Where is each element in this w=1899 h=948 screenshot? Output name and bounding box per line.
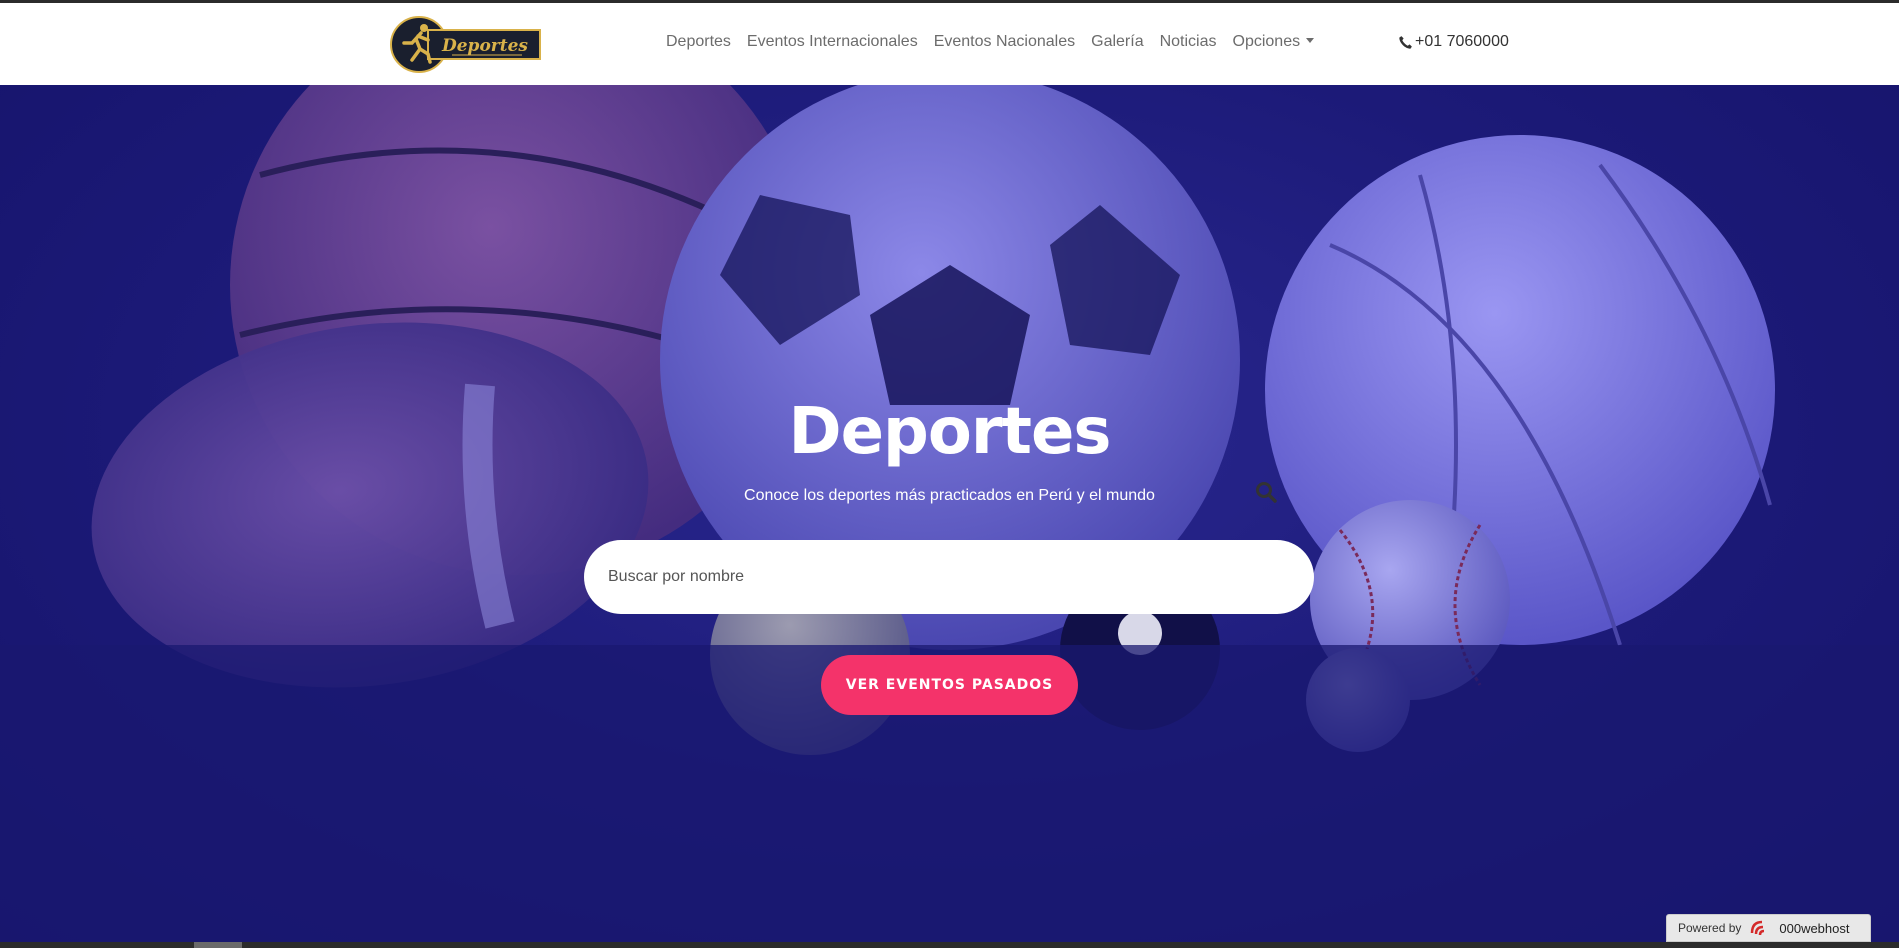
- horizontal-scrollbar[interactable]: [0, 942, 1899, 948]
- search-button[interactable]: [1250, 476, 1282, 508]
- navbar: Deportes Deportes Eventos Internacionale…: [0, 3, 1899, 85]
- search-box: [584, 540, 1314, 614]
- hero-title: Deportes: [788, 395, 1112, 469]
- nav-link-galeria[interactable]: Galería: [1091, 33, 1143, 51]
- hero-subtitle: Conoce los deportes más practicados en P…: [744, 487, 1155, 504]
- logo-text: Deportes: [441, 36, 528, 56]
- caret-down-icon: [1306, 38, 1315, 43]
- hero-section: Deportes Conoce los deportes más practic…: [0, 85, 1899, 945]
- powered-by-text: Powered by: [1678, 921, 1742, 935]
- nav-dropdown-opciones[interactable]: Opciones: [1233, 33, 1315, 51]
- nav-link-noticias[interactable]: Noticias: [1160, 33, 1217, 51]
- hero-background-image: [0, 85, 1899, 945]
- powered-by-brand: 000webhost: [1779, 920, 1850, 936]
- site-logo[interactable]: Deportes: [390, 16, 542, 73]
- scrollbar-thumb[interactable]: [194, 942, 242, 948]
- ver-eventos-pasados-button[interactable]: VER EVENTOS PASADOS: [821, 655, 1078, 715]
- search-icon: [1256, 482, 1277, 503]
- nav-dropdown-label: Opciones: [1232, 33, 1301, 50]
- nav-link-eventos-nacionales[interactable]: Eventos Nacionales: [934, 33, 1075, 51]
- nav-link-deportes[interactable]: Deportes: [666, 33, 731, 51]
- search-input[interactable]: [608, 540, 1228, 614]
- phone-icon: [1399, 35, 1412, 49]
- main-nav: Deportes Eventos Internacionales Eventos…: [666, 33, 1315, 51]
- powered-by-badge[interactable]: Powered by 000webhost: [1666, 914, 1871, 942]
- phone-contact[interactable]: +01 7060000: [1398, 33, 1509, 51]
- webhost-logo-icon: [1751, 920, 1765, 936]
- phone-number: +01 7060000: [1415, 33, 1509, 50]
- nav-link-eventos-internacionales[interactable]: Eventos Internacionales: [747, 33, 918, 51]
